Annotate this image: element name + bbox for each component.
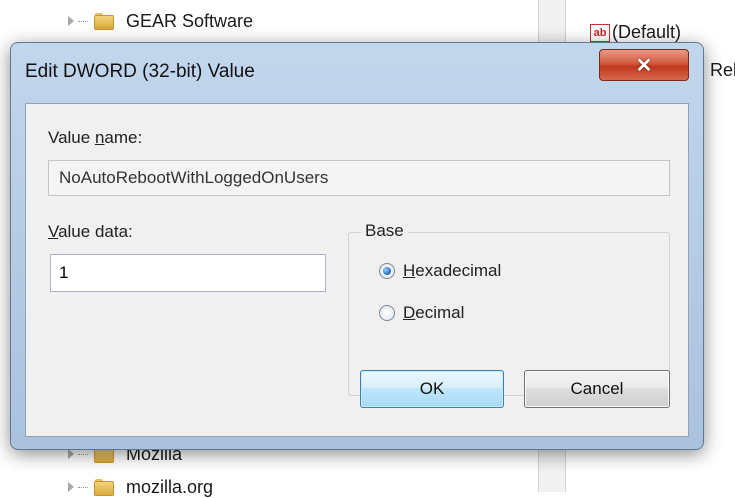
tree-connector xyxy=(78,486,88,488)
edit-dword-dialog: Edit DWORD (32-bit) Value ✕ Value name: … xyxy=(10,42,704,450)
ok-button-label: OK xyxy=(419,379,445,398)
value-data-label: Value data: xyxy=(48,222,133,241)
close-button[interactable]: ✕ xyxy=(599,49,689,81)
expand-arrow-icon[interactable] xyxy=(68,16,74,26)
value-row-default[interactable]: ab (Default) xyxy=(590,22,681,43)
radio-decimal[interactable]: Decimal xyxy=(379,303,464,323)
tree-connector xyxy=(78,453,88,455)
tree-connector xyxy=(78,20,88,22)
tree-item-label: mozilla.org xyxy=(126,476,214,497)
folder-icon xyxy=(94,12,116,30)
expand-arrow-icon[interactable] xyxy=(68,449,74,459)
tree-item-label: GEAR Software xyxy=(126,10,254,31)
radio-hexadecimal[interactable]: Hexadecimal xyxy=(379,261,501,281)
value-name-text: NoAutoRebootWithLoggedOnUsers xyxy=(59,168,329,187)
string-value-icon: ab xyxy=(590,23,610,42)
value-row-partial-label: Rel xyxy=(710,60,735,80)
value-name-label: Value name: xyxy=(48,128,143,147)
value-name-field[interactable]: NoAutoRebootWithLoggedOnUsers xyxy=(48,160,670,196)
dialog-client-area: Value name: NoAutoRebootWithLoggedOnUser… xyxy=(25,103,689,437)
folder-icon xyxy=(94,478,116,496)
radio-label-hexadecimal: Hexadecimal xyxy=(403,261,502,280)
cancel-button[interactable]: Cancel xyxy=(524,370,670,408)
radio-label-decimal: Decimal xyxy=(403,303,465,322)
value-data-text: 1 xyxy=(59,263,69,282)
base-group-title: Base xyxy=(361,221,408,241)
tree-item-gear-software[interactable]: GEAR Software xyxy=(68,10,253,32)
value-row-label: (Default) xyxy=(612,22,682,42)
dialog-title: Edit DWORD (32-bit) Value xyxy=(25,61,255,82)
ok-button[interactable]: OK xyxy=(360,370,504,408)
close-icon: ✕ xyxy=(635,54,653,77)
radio-checked-icon[interactable] xyxy=(379,263,395,279)
radio-unchecked-icon[interactable] xyxy=(379,305,395,321)
expand-arrow-icon[interactable] xyxy=(68,482,74,492)
value-data-input[interactable]: 1 xyxy=(50,254,326,292)
tree-item-mozilla-org[interactable]: mozilla.org xyxy=(68,476,213,498)
cancel-button-label: Cancel xyxy=(570,379,624,398)
